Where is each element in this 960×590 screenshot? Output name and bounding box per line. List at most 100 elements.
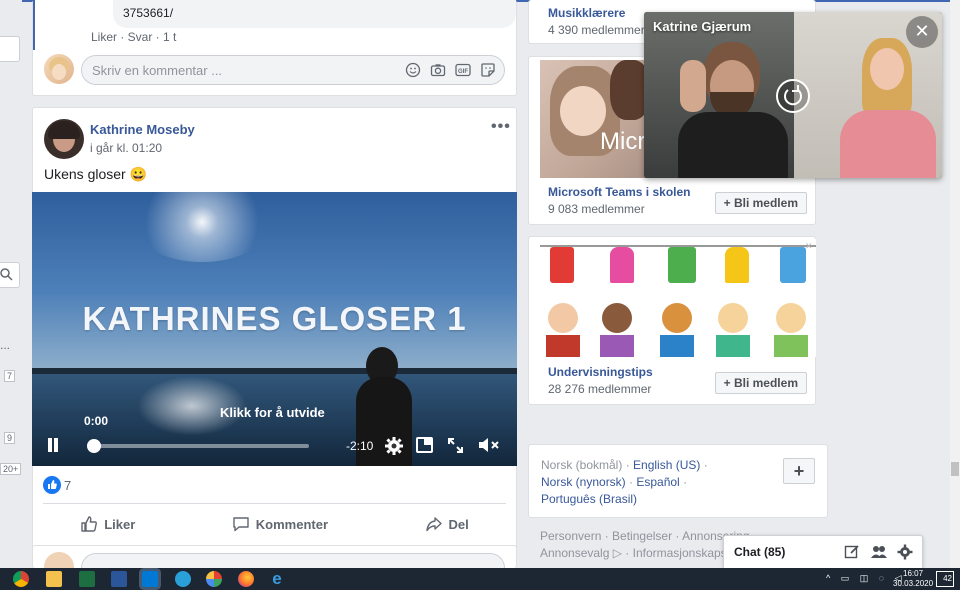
comment-link-tail[interactable]: 3753661/	[123, 6, 173, 20]
author-avatar[interactable]	[44, 119, 84, 159]
thread-line	[33, 0, 35, 50]
post-text: Ukens gloser 😀	[44, 166, 148, 182]
group-name[interactable]: Microsoft Teams i skolen	[548, 185, 690, 199]
video-player[interactable]: KATHRINES GLOSER 1 0:00 Klikk for å utvi…	[32, 192, 517, 466]
left-search-box[interactable]	[0, 262, 20, 288]
svg-text:GIF: GIF	[458, 69, 468, 75]
lang-option[interactable]: Español	[636, 475, 679, 489]
left-rail-box[interactable]	[0, 36, 20, 62]
lang-option[interactable]: Português (Brasil)	[541, 492, 637, 506]
lang-option[interactable]: English (US)	[633, 458, 700, 472]
video-title: KATHRINES GLOSER 1	[82, 300, 467, 337]
page-scrollbar[interactable]	[950, 0, 960, 568]
video-sky	[32, 192, 517, 372]
mute-icon[interactable]	[478, 436, 500, 459]
my-avatar	[44, 54, 74, 84]
chat-bar[interactable]: Chat (85)	[723, 535, 923, 568]
call-participant-left	[644, 12, 794, 178]
scrollbar-thumb[interactable]	[951, 462, 959, 476]
footer-link[interactable]: Annonsevalg	[540, 546, 609, 560]
join-group-button[interactable]: + Bli medlem	[714, 192, 807, 214]
footer-link[interactable]: Personvern	[540, 529, 601, 543]
post-action-bar: Liker Kommenter Del	[32, 505, 517, 543]
comment-button[interactable]: Kommenter	[232, 515, 328, 533]
switch-camera-icon[interactable]	[776, 79, 810, 113]
join-group-button[interactable]: + Bli medlem	[714, 372, 807, 394]
group-name[interactable]: Undervisningstips	[548, 365, 653, 379]
outlook-icon[interactable]	[142, 571, 158, 587]
group-name[interactable]: Musikklærere	[548, 6, 625, 20]
add-language-button[interactable]: +	[783, 458, 815, 484]
reactions-count[interactable]: 7	[64, 478, 71, 493]
share-arrow-icon	[425, 517, 442, 532]
caller-name: Katrine Gjærum	[653, 19, 752, 34]
author-name[interactable]: Kathrine Moseby	[90, 122, 195, 137]
video-current-time: 0:00	[84, 414, 109, 428]
language-selector-card: Norsk (bokmål) · English (US) · Norsk (n…	[528, 444, 828, 518]
left-rail-count-3: 20+	[0, 463, 22, 475]
like-button[interactable]: Liker	[80, 515, 135, 533]
pause-icon[interactable]	[46, 438, 60, 452]
video-remaining-time: -2:10	[346, 439, 374, 453]
clock-date: 30.03.2020	[893, 579, 934, 588]
search-icon	[0, 268, 13, 281]
comment-actions[interactable]: Liker · Svar · 1 t	[91, 30, 176, 44]
settings-gear-icon[interactable]	[384, 436, 404, 461]
video-progress-knob[interactable]	[87, 439, 101, 453]
next-post-card	[32, 545, 517, 583]
comment-input[interactable]: Skriv en kommentar ... GIF	[81, 55, 505, 85]
word-icon[interactable]	[111, 571, 127, 587]
file-explorer-icon[interactable]	[46, 571, 62, 587]
left-rail-count-2: 9	[4, 432, 16, 444]
like-label: Liker	[104, 516, 136, 532]
ad-close-icon[interactable]: ✕	[805, 241, 813, 252]
video-progress-track[interactable]	[94, 444, 309, 448]
video-horizon	[32, 368, 517, 374]
lang-option[interactable]: Norsk (nynorsk)	[541, 475, 626, 489]
previous-post-card: 3753661/ Liker · Svar · 1 t Skriv en kom…	[32, 0, 517, 96]
firefox-icon[interactable]	[238, 571, 254, 587]
group-card-undervisningstips[interactable]: ✕ Undervisningstips 28 276 medlemmer + B…	[528, 236, 816, 405]
video-call-window[interactable]: Katrine Gjærum ✕	[644, 12, 942, 178]
new-message-icon[interactable]	[844, 544, 860, 563]
chrome-icon[interactable]	[13, 571, 29, 587]
like-reaction-icon[interactable]	[43, 476, 61, 494]
reactions-divider	[43, 503, 506, 504]
left-rail-more[interactable]: ...	[0, 338, 10, 352]
chat-settings-gear-icon[interactable]	[897, 544, 913, 563]
clock-time: 16:07	[903, 569, 924, 578]
group-image-kids	[540, 239, 816, 357]
close-call-icon[interactable]: ✕	[906, 16, 938, 48]
lang-current: Norsk (bokmål)	[541, 458, 623, 472]
clock[interactable]: 16:07 30.03.2020	[893, 569, 933, 589]
app-icon[interactable]	[175, 571, 191, 587]
chat-label[interactable]: Chat (85)	[734, 545, 785, 559]
fullscreen-icon[interactable]	[447, 437, 464, 459]
gif-icon[interactable]: GIF	[455, 62, 471, 78]
emoji-icon[interactable]	[405, 62, 421, 78]
left-rail-count-1: 7	[4, 370, 16, 382]
mini-player-icon[interactable]	[416, 437, 433, 453]
group-members: 4 390 medlemmer	[548, 23, 645, 37]
share-button[interactable]: Del	[425, 515, 469, 533]
group-chat-icon[interactable]	[870, 544, 888, 563]
video-controls: -2:10	[32, 428, 517, 466]
video-expand-hint[interactable]: Klikk for å utvide	[220, 405, 325, 420]
notifications-icon[interactable]: 42	[936, 571, 954, 587]
windows-taskbar: e ^ ▭ ◫ ◌ ◁ 16:07 30.03.2020 42	[0, 568, 960, 590]
sticker-icon[interactable]	[480, 62, 496, 78]
photos-icon[interactable]	[206, 571, 222, 587]
group-members: 28 276 medlemmer	[548, 382, 652, 396]
post-options-icon[interactable]: •••	[491, 118, 511, 136]
footer-link[interactable]: Betingelser	[612, 529, 672, 543]
excel-icon[interactable]	[79, 571, 95, 587]
comment-bubble: 3753661/	[113, 0, 516, 28]
post-timestamp[interactable]: i går kl. 01:20	[90, 141, 162, 155]
comment-input-placeholder: Skriv en kommentar ...	[92, 63, 223, 78]
language-list: Norsk (bokmål) · English (US) · Norsk (n…	[541, 458, 708, 506]
comment-input-icons: GIF	[405, 62, 496, 78]
speech-bubble-icon	[233, 517, 249, 532]
edge-icon[interactable]: e	[269, 570, 285, 587]
thumbs-up-icon	[81, 516, 98, 532]
camera-icon[interactable]	[430, 62, 446, 78]
